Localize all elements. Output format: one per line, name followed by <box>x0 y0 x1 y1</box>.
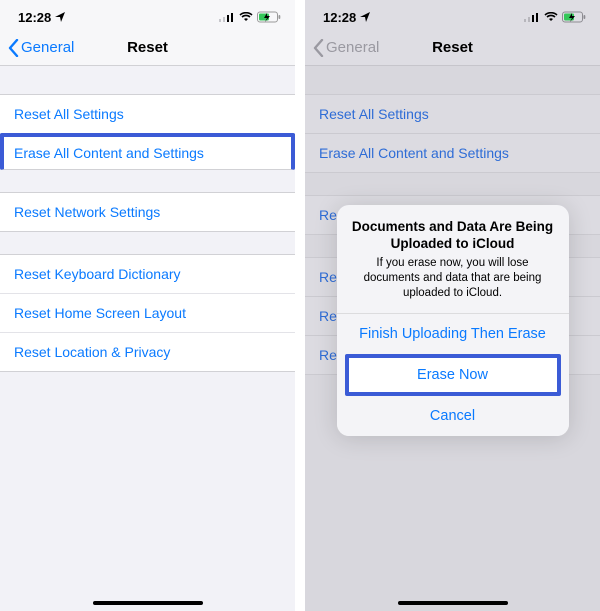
row-reset-home[interactable]: Reset Home Screen Layout <box>0 293 295 332</box>
alert-title: Documents and Data Are Being Uploaded to… <box>351 219 555 253</box>
signal-icon <box>219 12 235 22</box>
row-reset-location[interactable]: Reset Location & Privacy <box>0 332 295 372</box>
alert-finish-button[interactable]: Finish Uploading Then Erase <box>337 313 569 354</box>
wifi-icon <box>239 12 253 22</box>
row-erase-all[interactable]: Erase All Content and Settings <box>0 133 295 170</box>
group-2: Reset Network Settings <box>0 192 295 232</box>
spacer <box>0 170 295 192</box>
status-time: 12:28 <box>18 10 51 25</box>
location-icon <box>55 12 65 22</box>
spacer <box>0 66 295 94</box>
row-reset-all[interactable]: Reset All Settings <box>0 94 295 133</box>
row-reset-network[interactable]: Reset Network Settings <box>0 192 295 232</box>
phone-left: 12:28 <box>0 0 295 611</box>
alert-message: If you erase now, you will lose document… <box>351 256 555 301</box>
alert-sheet: Documents and Data Are Being Uploaded to… <box>337 205 569 437</box>
alert-erase-now-button[interactable]: Erase Now <box>345 354 561 396</box>
alert-overlay: Documents and Data Are Being Uploaded to… <box>305 0 600 611</box>
alert-cancel-button[interactable]: Cancel <box>337 396 569 436</box>
group-3: Reset Keyboard Dictionary Reset Home Scr… <box>0 254 295 372</box>
nav-header: General Reset <box>0 30 295 66</box>
phone-right: 12:28 <box>305 0 600 611</box>
group-1: Reset All Settings Erase All Content and… <box>0 94 295 170</box>
home-indicator <box>93 601 203 605</box>
row-reset-keyboard[interactable]: Reset Keyboard Dictionary <box>0 254 295 293</box>
spacer <box>0 232 295 254</box>
battery-icon <box>257 11 281 23</box>
alert-head: Documents and Data Are Being Uploaded to… <box>337 205 569 314</box>
back-label: General <box>21 39 74 56</box>
back-button[interactable]: General <box>0 39 74 57</box>
status-bar: 12:28 <box>0 0 295 30</box>
chevron-left-icon <box>8 39 19 57</box>
